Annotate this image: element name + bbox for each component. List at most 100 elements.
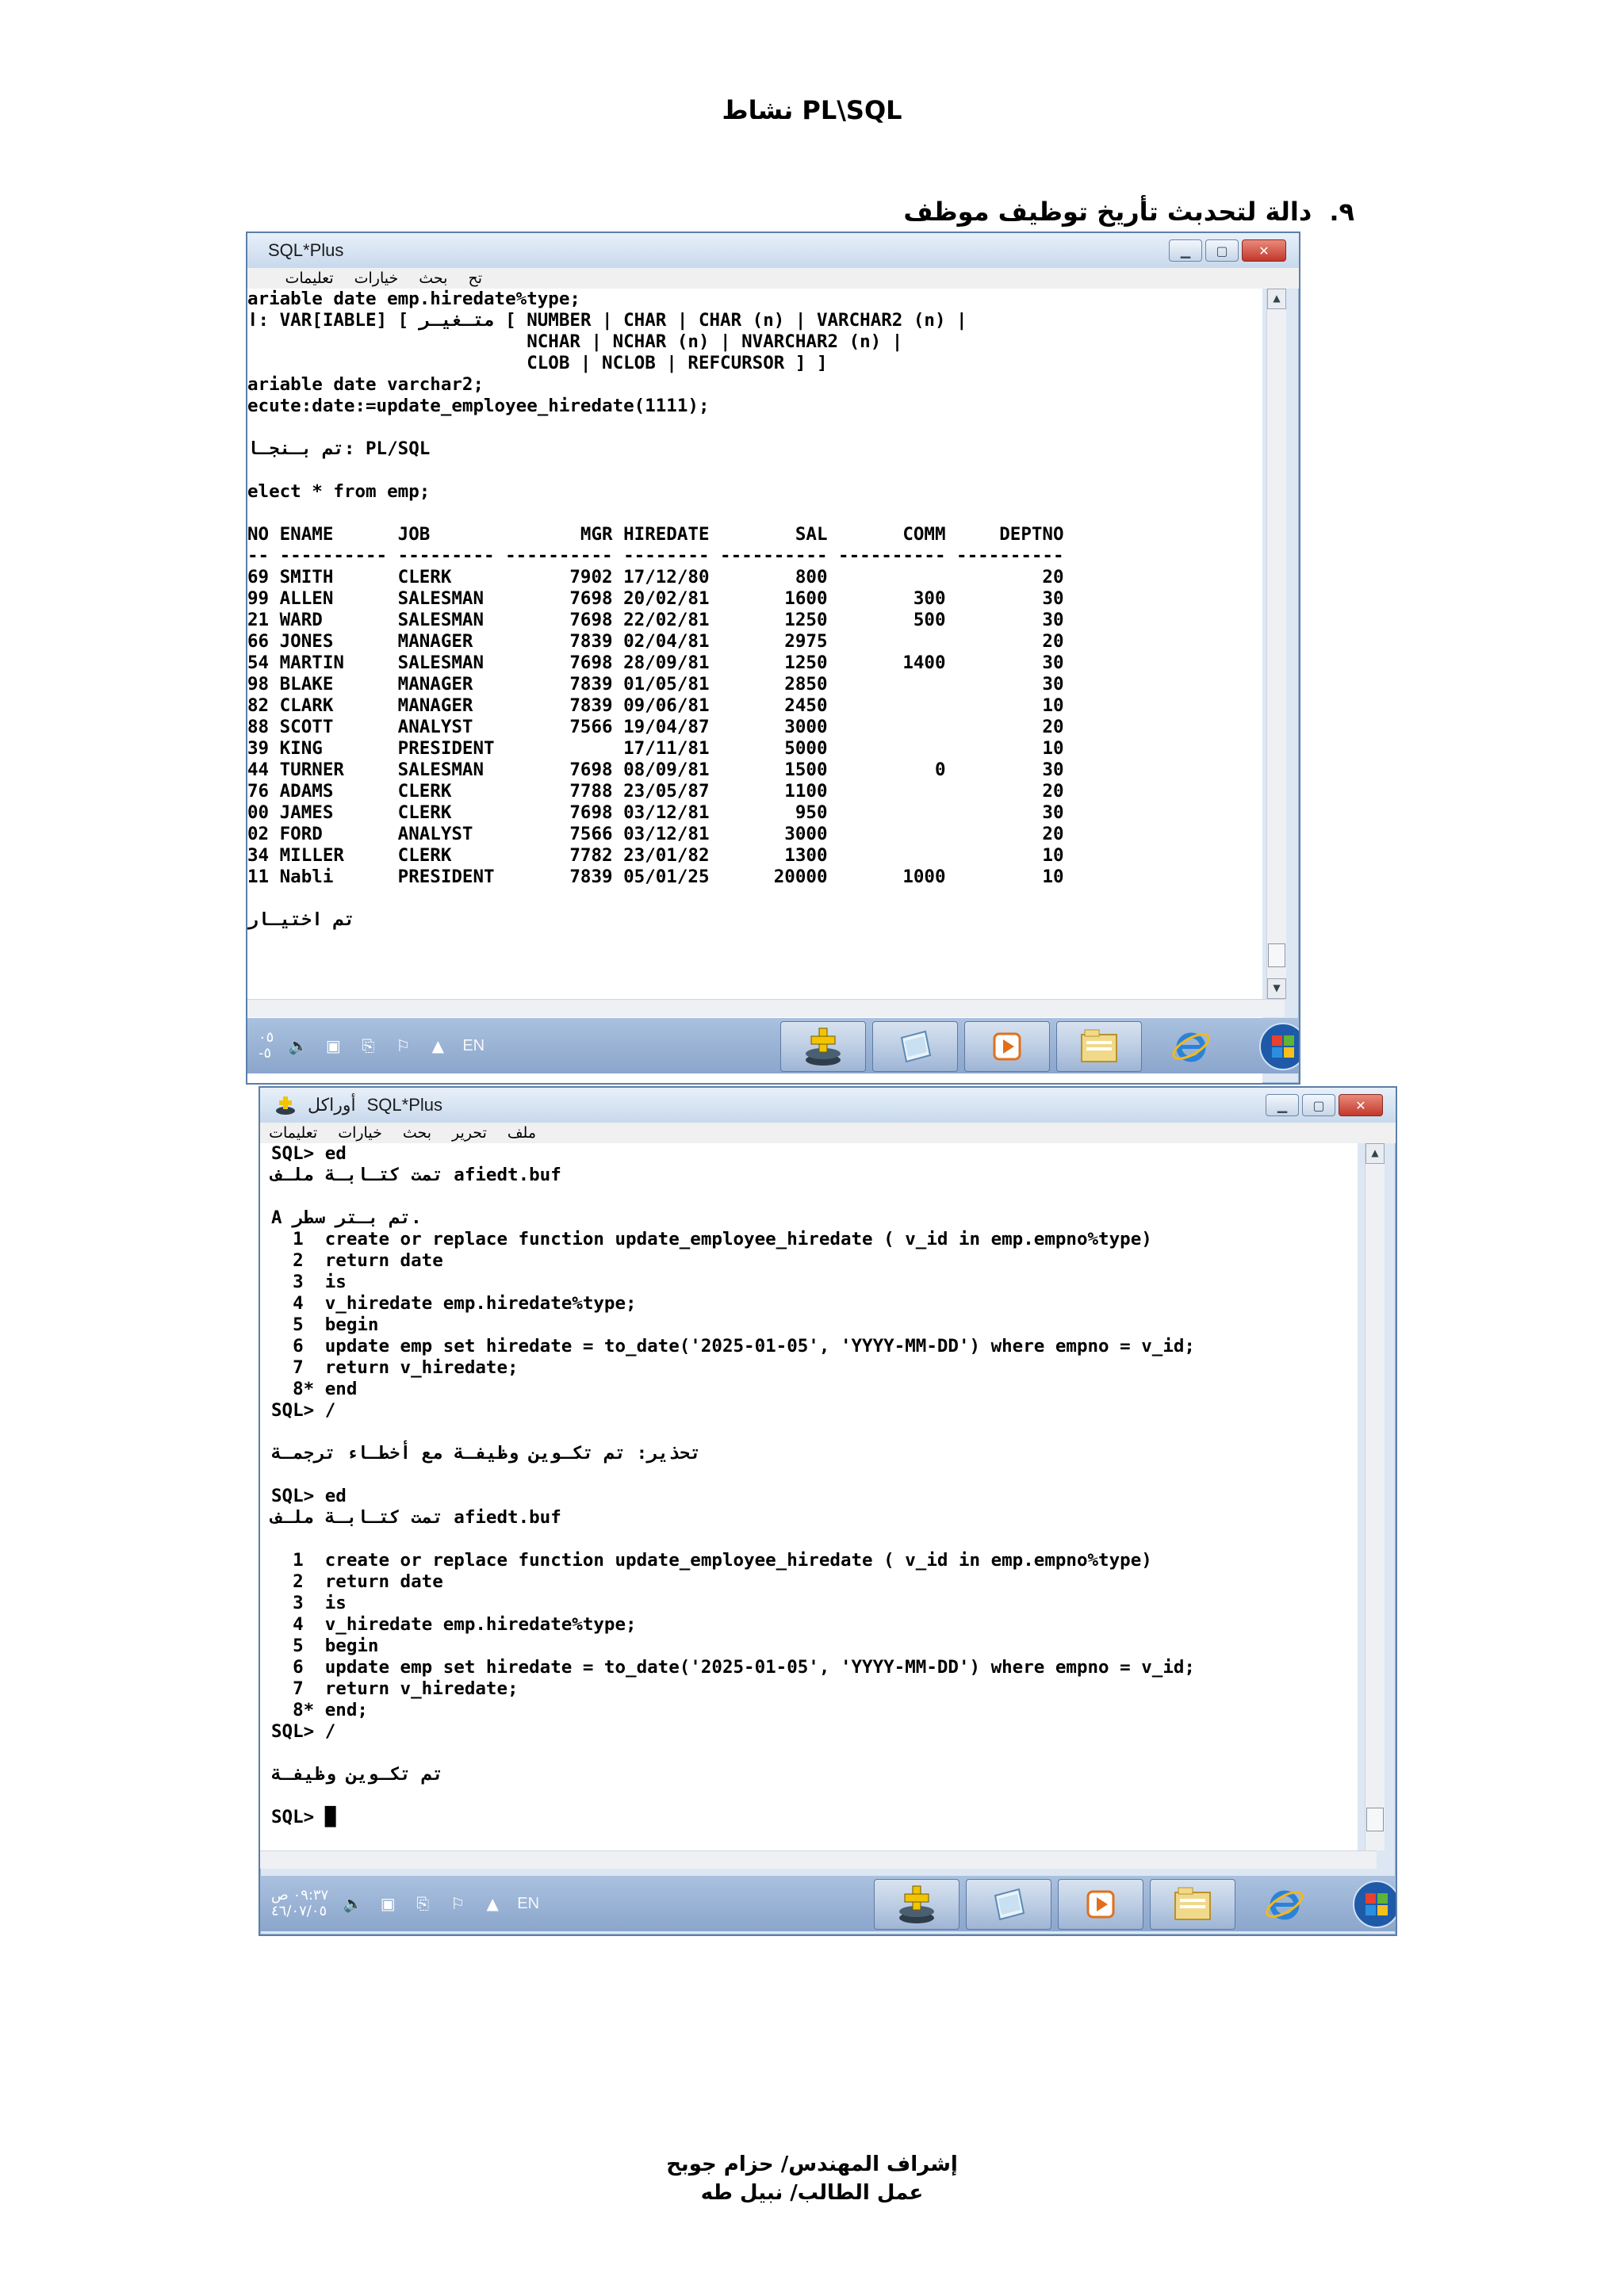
taskbar-ie-button[interactable] [1148,1021,1234,1072]
tray-arrow-icon[interactable]: ▲ [427,1036,448,1055]
window-titlebar[interactable]: أوراكل SQL*Plus ▁ ▢ ✕ [260,1088,1396,1123]
horizontal-scrollbar[interactable] [247,999,1285,1017]
console-line: SQL> / [271,1400,336,1421]
tray-volume-icon[interactable]: 🔈 [343,1894,363,1913]
taskbar-media-button[interactable] [1058,1879,1143,1930]
menu-item[interactable]: خيارات [338,1124,382,1142]
console-output[interactable]: SQL> ed تمت كتـابـة ملـف afiedt.buf A تم ب… [260,1143,1358,1850]
oracle-install-icon [899,1885,934,1923]
console-line: 76 ADAMS CLERK 7788 23/05/87 1100 20 [247,781,1064,802]
heading-number: ٩. [1329,197,1354,227]
footer-supervisor: إشراف المهندس/ حزام جوبح [666,2152,958,2176]
clock-line-1: ٠٥ [259,1029,274,1046]
tray-clock[interactable]: ٠٩:٣٧ ص ٤٦/٠٧/٠٥ [271,1888,328,1919]
clock-line-2: ٤٦/٠٧/٠٥ [271,1903,327,1919]
taskbar-notepad-button[interactable] [966,1879,1051,1930]
tray-network-icon[interactable]: ▣ [377,1894,398,1913]
taskbar-explorer-button[interactable] [1150,1879,1235,1930]
sqlplus-window-2[interactable]: أوراكل SQL*Plus ▁ ▢ ✕ ملف تحرير بحث خيارات ت… [259,1086,1397,1936]
console-line: CLOB | NCLOB | REFCURSOR ] ] [247,353,828,373]
section-heading: ٩. دالة لتحدبث تأريخ توظيف موظف [903,197,1354,227]
maximize-button[interactable]: ▢ [1302,1094,1335,1116]
menu-item[interactable]: ملف [508,1124,536,1142]
language-indicator[interactable]: EN [462,1037,485,1055]
taskbar-notepad-button[interactable] [872,1021,958,1072]
scroll-thumb[interactable] [1268,943,1285,967]
horizontal-scrollbar[interactable] [260,1850,1377,1869]
window-title-group: أوراكل SQL*Plus [274,1095,442,1115]
scroll-up-icon[interactable]: ▲ [1267,289,1286,309]
window-controls: ▁ ▢ ✕ [1169,239,1286,262]
console-line: SQL> ed [271,1486,347,1506]
console-line: 88 SCOTT ANALYST 7566 19/04/87 3000 20 [247,717,1064,737]
menu-item[interactable]: تحرير [452,1124,487,1142]
tray-device-icon[interactable]: ⎘ [412,1894,433,1913]
tray-device-icon[interactable]: ⎘ [358,1036,378,1055]
taskbar-oracle-button[interactable] [780,1021,866,1072]
scroll-down-icon[interactable]: ▼ [1267,978,1286,999]
console-line: 99 ALLEN SALESMAN 7698 20/02/81 1600 300… [247,588,1064,609]
taskbar-ie-button[interactable] [1242,1879,1327,1930]
tray-volume-icon[interactable]: 🔈 [288,1036,308,1055]
menu-item[interactable]: تح [468,270,482,287]
console-line: 98 BLAKE MANAGER 7839 01/05/81 2850 30 [247,674,1064,695]
minimize-button[interactable]: ▁ [1266,1094,1299,1116]
heading-text: دالة لتحدبث تأريخ توظيف موظف [903,197,1312,227]
vertical-scrollbar[interactable]: ▲ [1365,1143,1385,1850]
menu-item[interactable]: تعليمات [269,1124,317,1142]
window-titlebar[interactable]: SQL*Plus ▁ ▢ ✕ [247,233,1299,268]
clock-line-2: -٥ [259,1045,272,1062]
console-line: 1 create or replace function update_empl… [271,1229,1152,1249]
vertical-scrollbar[interactable]: ▲ ▼ [1266,289,1286,999]
page-title: نشاط PL\SQL [722,95,902,125]
console-line: 4 v_hiredate emp.hiredate%type; [271,1293,637,1314]
internet-explorer-icon [1266,1890,1304,1920]
console-line: 8* end; [271,1700,368,1720]
console-line: 02 FORD ANALYST 7566 03/12/81 3000 20 [247,824,1064,844]
window-title: SQL*Plus [366,1095,442,1115]
console-line: 8* end [271,1379,358,1399]
console-line: elect * from emp; [247,481,431,502]
menu-item[interactable]: تعليمات [285,270,333,287]
console-line: تم تكـوين وظيفـة [271,1764,443,1785]
console-line: تمت كتـابـة ملـف afiedt.buf [271,1507,561,1528]
taskbar-media-button[interactable] [964,1021,1050,1072]
console-output[interactable]: ariable date emp.hiredate%type; ا: VAR[IA… [247,289,1262,1083]
console-line: 82 CLARK MANAGER 7839 09/06/81 2450 10 [247,695,1064,716]
tray-arrow-icon[interactable]: ▲ [482,1894,503,1913]
scroll-up-icon[interactable]: ▲ [1365,1143,1385,1164]
scroll-thumb[interactable] [1366,1808,1384,1831]
tray-flag-icon[interactable]: ⚐ [393,1036,413,1055]
console-line: ecute:date:=update_employee_hiredate(111… [247,396,710,416]
menu-item[interactable]: بحث [403,1124,431,1142]
taskbar-explorer-button[interactable] [1056,1021,1142,1072]
taskbar-start-button[interactable] [1334,1879,1396,1930]
close-button[interactable]: ✕ [1339,1094,1383,1116]
tray-network-icon[interactable]: ▣ [323,1036,343,1055]
language-indicator[interactable]: EN [517,1895,539,1913]
taskbar-start-button[interactable] [1240,1021,1299,1072]
menu-item[interactable]: خيارات [354,270,399,287]
tray-flag-icon[interactable]: ⚐ [447,1894,468,1913]
minimize-button[interactable]: ▁ [1169,239,1202,262]
taskbar-oracle-button[interactable] [874,1879,959,1930]
console-line: ariable date emp.hiredate%type; [247,289,580,309]
footer-student: عمل الطالب/ نبيل طه [700,2181,924,2205]
tray-clock[interactable]: ٠٥ -٥ [259,1030,274,1062]
console-line: 11 Nabli PRESIDENT 7839 05/01/25 20000 1… [247,867,1064,887]
console-line: 2 return date [271,1250,443,1271]
close-button[interactable]: ✕ [1242,239,1286,262]
console-line: ا: VAR[IABLE] [ متـغيـر [ NUMBER | CHAR … [247,310,967,331]
maximize-button[interactable]: ▢ [1205,239,1239,262]
console-line: 1 create or replace function update_empl… [271,1550,1152,1571]
console-line: NCHAR | NCHAR (n) | NVARCHAR2 (n) | [247,331,903,352]
notepad-icon [994,1888,1025,1921]
sqlplus-window-1[interactable]: SQL*Plus ▁ ▢ ✕ تح بحث خيارات تعليمات ariabl… [246,232,1300,1085]
menu-item[interactable]: بحث [419,270,447,287]
